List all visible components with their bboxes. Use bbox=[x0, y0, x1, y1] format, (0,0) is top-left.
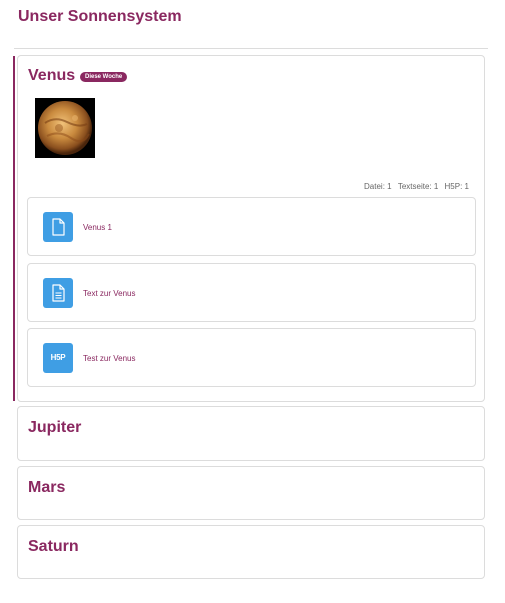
section-title-saturn[interactable]: Saturn bbox=[28, 538, 79, 556]
divider bbox=[14, 48, 488, 49]
section-mars: Mars bbox=[17, 466, 485, 520]
current-week-badge: Diese Woche bbox=[80, 72, 128, 82]
course-title: Unser Sonnensystem bbox=[18, 8, 182, 25]
completion-summary: Datei: 1 Textseite: 1 H5P: 1 bbox=[360, 182, 469, 191]
section-saturn: Saturn bbox=[17, 525, 485, 579]
h5p-icon: H5P bbox=[43, 343, 73, 373]
activity-venus-file[interactable]: Venus 1 bbox=[27, 197, 476, 256]
activity-venus-h5p[interactable]: H5P Test zur Venus bbox=[27, 328, 476, 387]
activity-label[interactable]: Venus 1 bbox=[83, 223, 112, 232]
activity-label[interactable]: Text zur Venus bbox=[83, 289, 135, 298]
section-jupiter: Jupiter bbox=[17, 406, 485, 461]
venus-image bbox=[35, 98, 95, 158]
current-section-marker bbox=[13, 56, 15, 401]
section-title-mars[interactable]: Mars bbox=[28, 479, 65, 497]
activity-label[interactable]: Test zur Venus bbox=[83, 354, 135, 363]
completion-h5p: H5P: 1 bbox=[444, 182, 469, 191]
activity-venus-textpage[interactable]: Text zur Venus bbox=[27, 263, 476, 322]
document-icon bbox=[43, 278, 73, 308]
section-title-venus[interactable]: Venus bbox=[28, 67, 75, 85]
section-venus: Venus Diese Woche Datei: 1 Textseite: 1 … bbox=[17, 55, 485, 402]
file-icon bbox=[43, 212, 73, 242]
completion-file: Datei: 1 bbox=[364, 182, 392, 191]
completion-textpage: Textseite: 1 bbox=[397, 182, 439, 191]
section-title-jupiter[interactable]: Jupiter bbox=[28, 419, 81, 437]
